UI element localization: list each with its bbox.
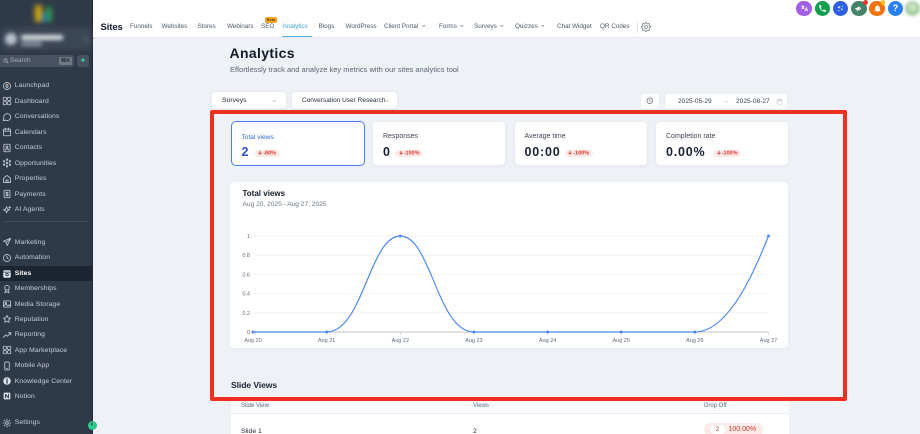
svg-text:0: 0 [247,330,250,336]
svg-text:Aug 21: Aug 21 [318,338,335,344]
svg-text:0.8: 0.8 [242,253,250,259]
svg-text:Aug 22: Aug 22 [392,338,409,344]
svg-text:Aug 24: Aug 24 [539,338,556,344]
svg-text:0.6: 0.6 [242,272,250,278]
svg-text:Aug 23: Aug 23 [465,338,482,344]
svg-text:Aug 25: Aug 25 [612,338,629,344]
svg-text:Aug 27: Aug 27 [760,338,777,344]
svg-text:Aug 26: Aug 26 [686,338,703,344]
svg-text:0.2: 0.2 [242,311,250,317]
svg-text:0.4: 0.4 [242,292,250,298]
svg-text:Aug 20: Aug 20 [244,338,261,344]
svg-text:1: 1 [247,234,250,240]
